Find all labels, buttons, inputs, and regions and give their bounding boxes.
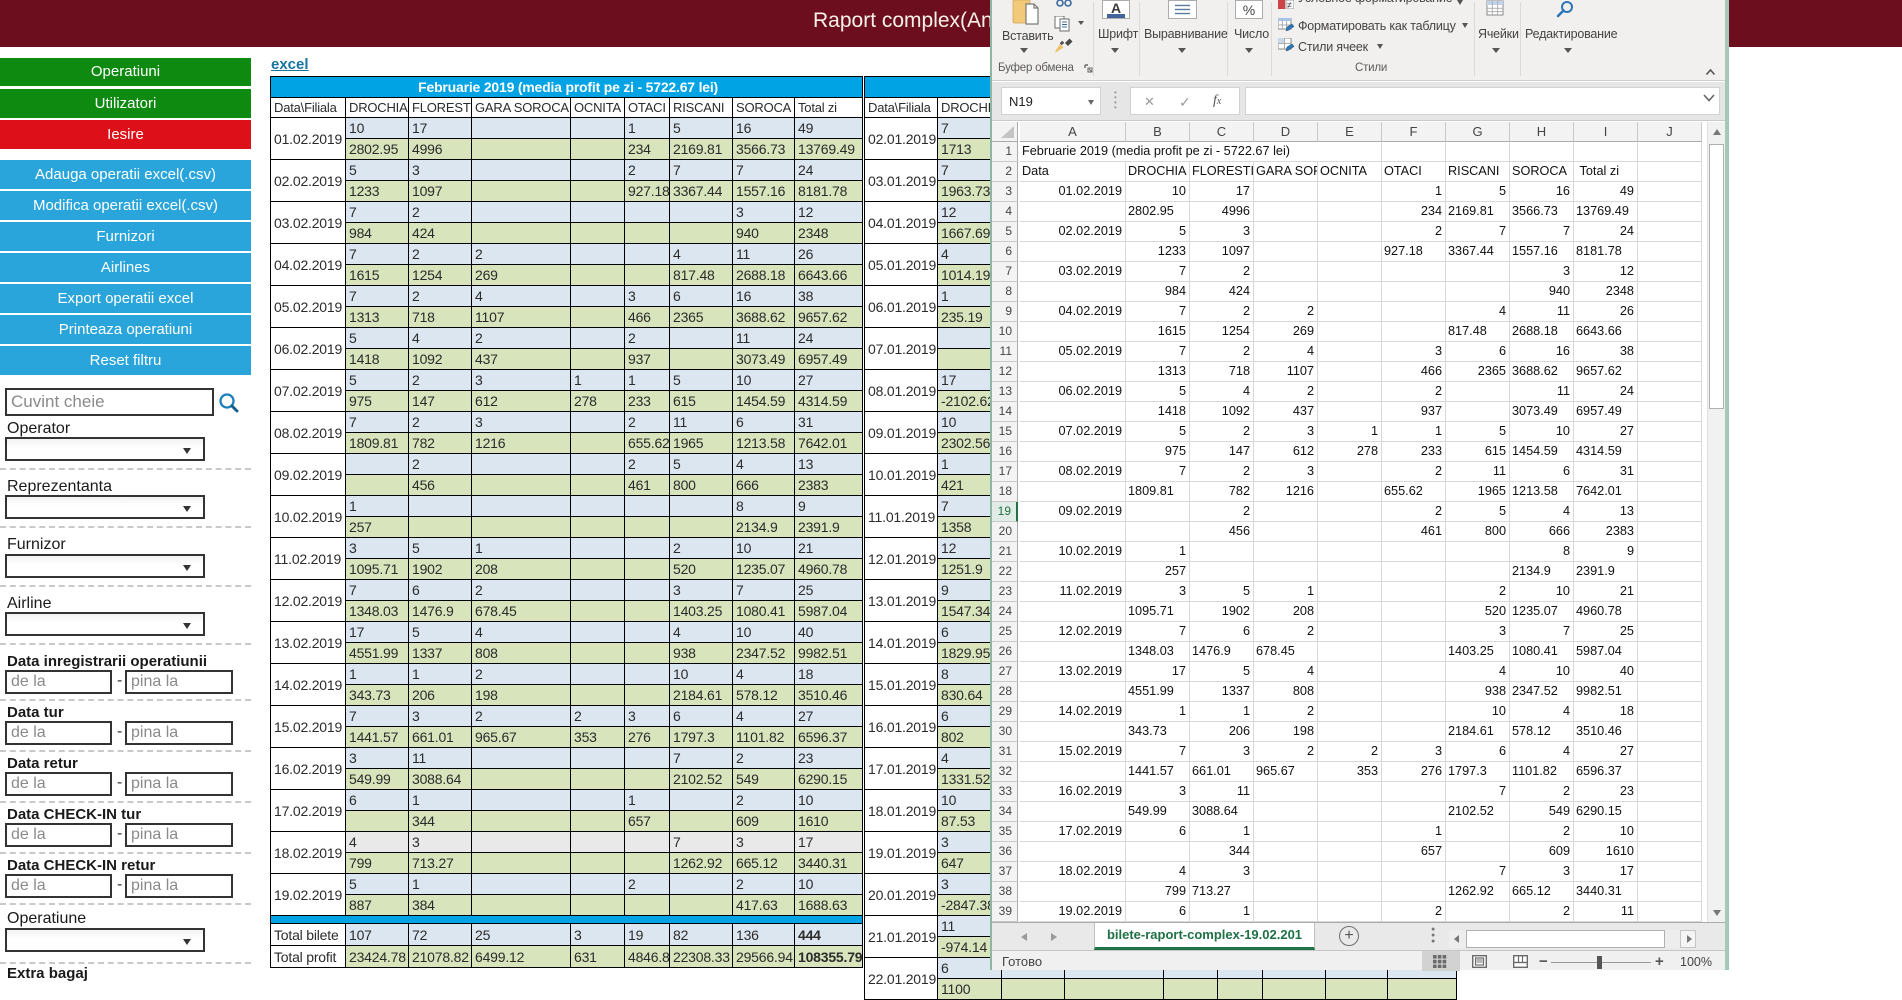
- svg-text:≠: ≠: [1287, 0, 1292, 9]
